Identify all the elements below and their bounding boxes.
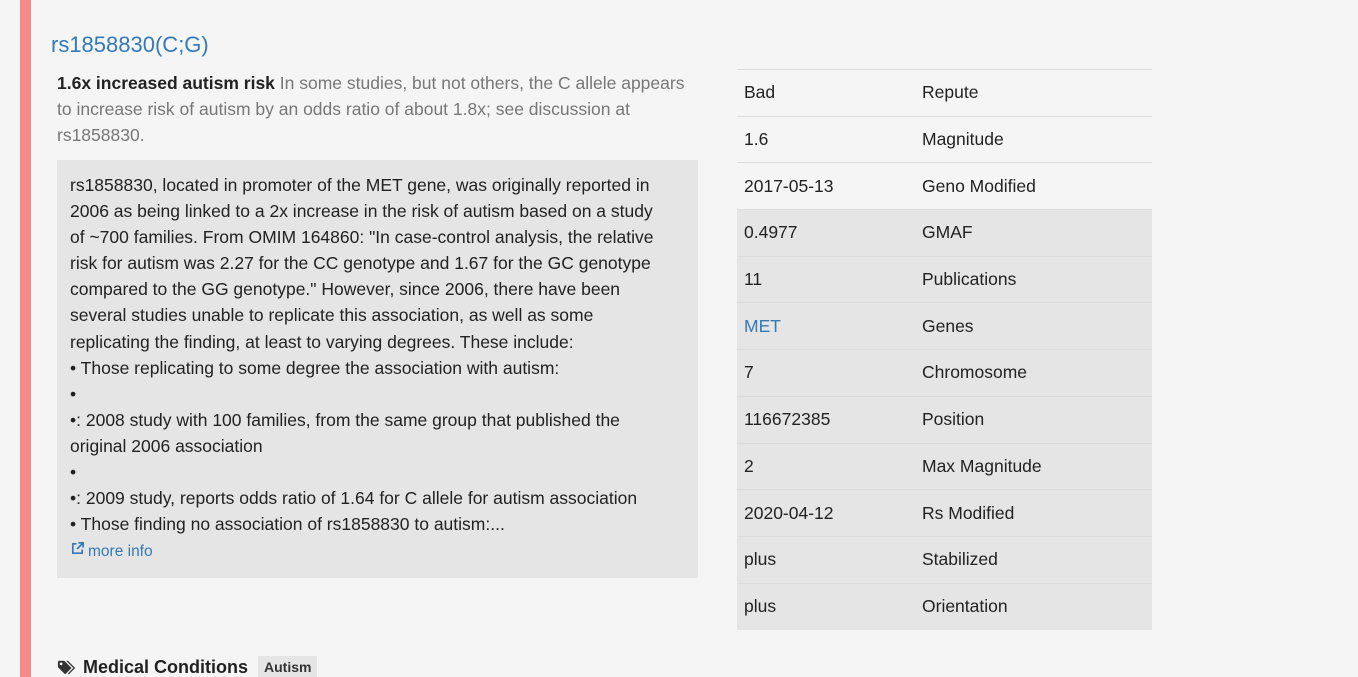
table-row: 2020-04-12 Rs Modified xyxy=(737,489,1152,537)
attribute-value: Bad xyxy=(744,82,776,103)
attribute-label: Position xyxy=(922,409,985,430)
medical-conditions-section: Medical Conditions Autism xyxy=(57,656,318,677)
attribute-label: Publications xyxy=(922,269,1017,290)
tags-icon xyxy=(57,659,77,677)
attribute-value: MET xyxy=(737,303,915,350)
attribute-value: 1.6 xyxy=(744,129,769,150)
attribute-label: Stabilized xyxy=(922,549,998,570)
details-line: replicating the finding, at least to var… xyxy=(70,331,574,352)
attribute-value: 2020-04-12 xyxy=(744,502,834,523)
attribute-label: Geno Modified xyxy=(922,175,1036,196)
attributes-table: Bad Repute 1.6 Magnitude 2017-05-13 Geno… xyxy=(737,69,1152,630)
attribute-label: Repute xyxy=(922,82,979,103)
table-row: 11 Publications xyxy=(737,256,1152,303)
table-row: plus Orientation xyxy=(737,583,1152,630)
details-line: rs1858830, located in promoter of the ME… xyxy=(70,175,650,195)
attribute-value: plus xyxy=(744,549,777,570)
table-row: 0.4977 GMAF xyxy=(737,209,1152,257)
attribute-value: plus xyxy=(744,596,777,617)
attribute-value: 0.4977 xyxy=(744,222,798,243)
attribute-label: Magnitude xyxy=(922,129,1004,150)
table-row: 2 Max Magnitude xyxy=(737,443,1152,490)
table-row: 1.6 Magnitude xyxy=(737,116,1152,163)
summary-text-line-2: to increase risk of autism by an odds ra… xyxy=(57,99,630,119)
more-info-link[interactable]: more info xyxy=(70,539,153,565)
details-line: original 2006 association xyxy=(70,435,263,456)
external-link-icon xyxy=(70,539,85,565)
table-row: 2017-05-13 Geno Modified xyxy=(737,162,1152,210)
attribute-label: Orientation xyxy=(922,596,1008,617)
attribute-value: 2017-05-13 xyxy=(744,175,834,196)
details-bullet: • xyxy=(70,383,77,404)
table-row: 7 Chromosome xyxy=(737,349,1152,397)
attribute-label: Rs Modified xyxy=(922,502,1015,523)
table-row: 116672385 Position xyxy=(737,396,1152,443)
details-bullet: • xyxy=(70,462,77,483)
gene-link-met[interactable]: MET xyxy=(744,316,781,336)
genotype-title-link[interactable]: rs1858830(C;G) xyxy=(51,32,209,58)
table-row: plus Stabilized xyxy=(737,536,1152,584)
attribute-value: 7 xyxy=(744,362,754,383)
condition-tag-autism[interactable]: Autism xyxy=(258,656,318,677)
details-text: rs1858830, located in promoter of the ME… xyxy=(70,172,685,537)
table-row: Bad Repute xyxy=(737,69,1152,117)
details-bullet: •: 2008 study with 100 families, from th… xyxy=(70,409,620,430)
repute-stripe xyxy=(20,0,31,677)
attribute-label: Max Magnitude xyxy=(922,455,1042,476)
summary-text-line-1: In some studies, but not others, the C a… xyxy=(274,73,685,93)
details-line: compared to the GG genotype." However, s… xyxy=(70,279,621,300)
attribute-label: Chromosome xyxy=(922,362,1028,383)
details-panel: rs1858830, located in promoter of the ME… xyxy=(57,160,698,578)
details-line: 2006 as being linked to a 2x increase in… xyxy=(70,201,653,222)
attribute-label: GMAF xyxy=(922,222,973,243)
more-info-label: more info xyxy=(88,543,153,561)
details-bullet: • Those finding no association of rs1858… xyxy=(70,514,505,535)
details-line: several studies unable to replicate this… xyxy=(70,305,594,326)
table-row: MET Genes xyxy=(737,302,1152,350)
medical-conditions-heading: Medical Conditions xyxy=(83,657,249,677)
details-line: of ~700 families. From OMIM 164860: "In … xyxy=(70,227,654,248)
summary-text-line-3: rs1858830. xyxy=(57,125,145,145)
details-line: risk for autism was 2.27 for the CC geno… xyxy=(70,253,651,274)
summary-headline: 1.6x increased autism risk xyxy=(57,73,275,93)
details-bullet: • Those replicating to some degree the a… xyxy=(70,357,560,378)
genotype-summary: 1.6x increased autism risk In some studi… xyxy=(57,70,702,148)
attribute-value: 116672385 xyxy=(744,409,831,430)
attribute-value: 2 xyxy=(744,455,754,476)
details-bullet: •: 2009 study, reports odds ratio of 1.6… xyxy=(70,488,638,509)
attribute-value: 11 xyxy=(744,269,763,290)
page: rs1858830(C;G) 1.6x increased autism ris… xyxy=(0,0,1358,677)
attribute-label: Genes xyxy=(922,315,974,336)
